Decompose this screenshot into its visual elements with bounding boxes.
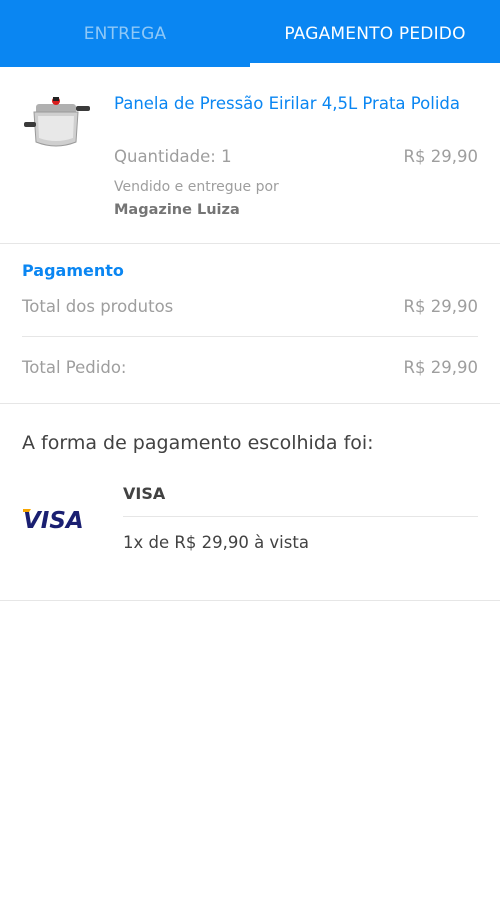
seller-name: Magazine Luiza xyxy=(114,202,240,218)
summary-divider xyxy=(22,336,478,337)
payment-method-title: A forma de pagamento escolhida foi: xyxy=(22,432,374,454)
product-card: Panela de Pressão Eirilar 4,5L Prata Pol… xyxy=(0,67,500,244)
pressure-cooker-icon xyxy=(24,97,90,147)
payment-summary: Pagamento Total dos produtos R$ 29,90 To… xyxy=(0,244,500,404)
products-total-row: Total dos produtos R$ 29,90 xyxy=(22,297,478,321)
order-total-value: R$ 29,90 xyxy=(403,358,478,377)
card-brand: VISA xyxy=(123,484,166,503)
method-divider xyxy=(123,516,478,517)
order-total-row: Total Pedido: R$ 29,90 xyxy=(22,358,478,382)
order-total-label: Total Pedido: xyxy=(22,358,127,377)
products-total-label: Total dos produtos xyxy=(22,297,174,316)
products-total-value: R$ 29,90 xyxy=(403,297,478,316)
product-price: R$ 29,90 xyxy=(403,147,478,166)
product-quantity: Quantidade: 1 xyxy=(114,147,232,166)
tab-pagamento-pedido[interactable]: PAGAMENTO PEDIDO xyxy=(250,0,500,67)
tab-entrega[interactable]: ENTREGA xyxy=(0,0,250,67)
svg-text:VISA: VISA xyxy=(23,508,84,532)
payment-method-section: A forma de pagamento escolhida foi: VISA… xyxy=(0,404,500,601)
installments-text: 1x de R$ 29,90 à vista xyxy=(123,533,309,552)
product-name[interactable]: Panela de Pressão Eirilar 4,5L Prata Pol… xyxy=(114,92,464,115)
tab-bar: ENTREGA PAGAMENTO PEDIDO xyxy=(0,0,500,67)
payment-section-title: Pagamento xyxy=(22,261,124,280)
visa-logo-icon: VISA xyxy=(23,508,84,532)
sold-by-label: Vendido e entregue por xyxy=(114,179,279,195)
